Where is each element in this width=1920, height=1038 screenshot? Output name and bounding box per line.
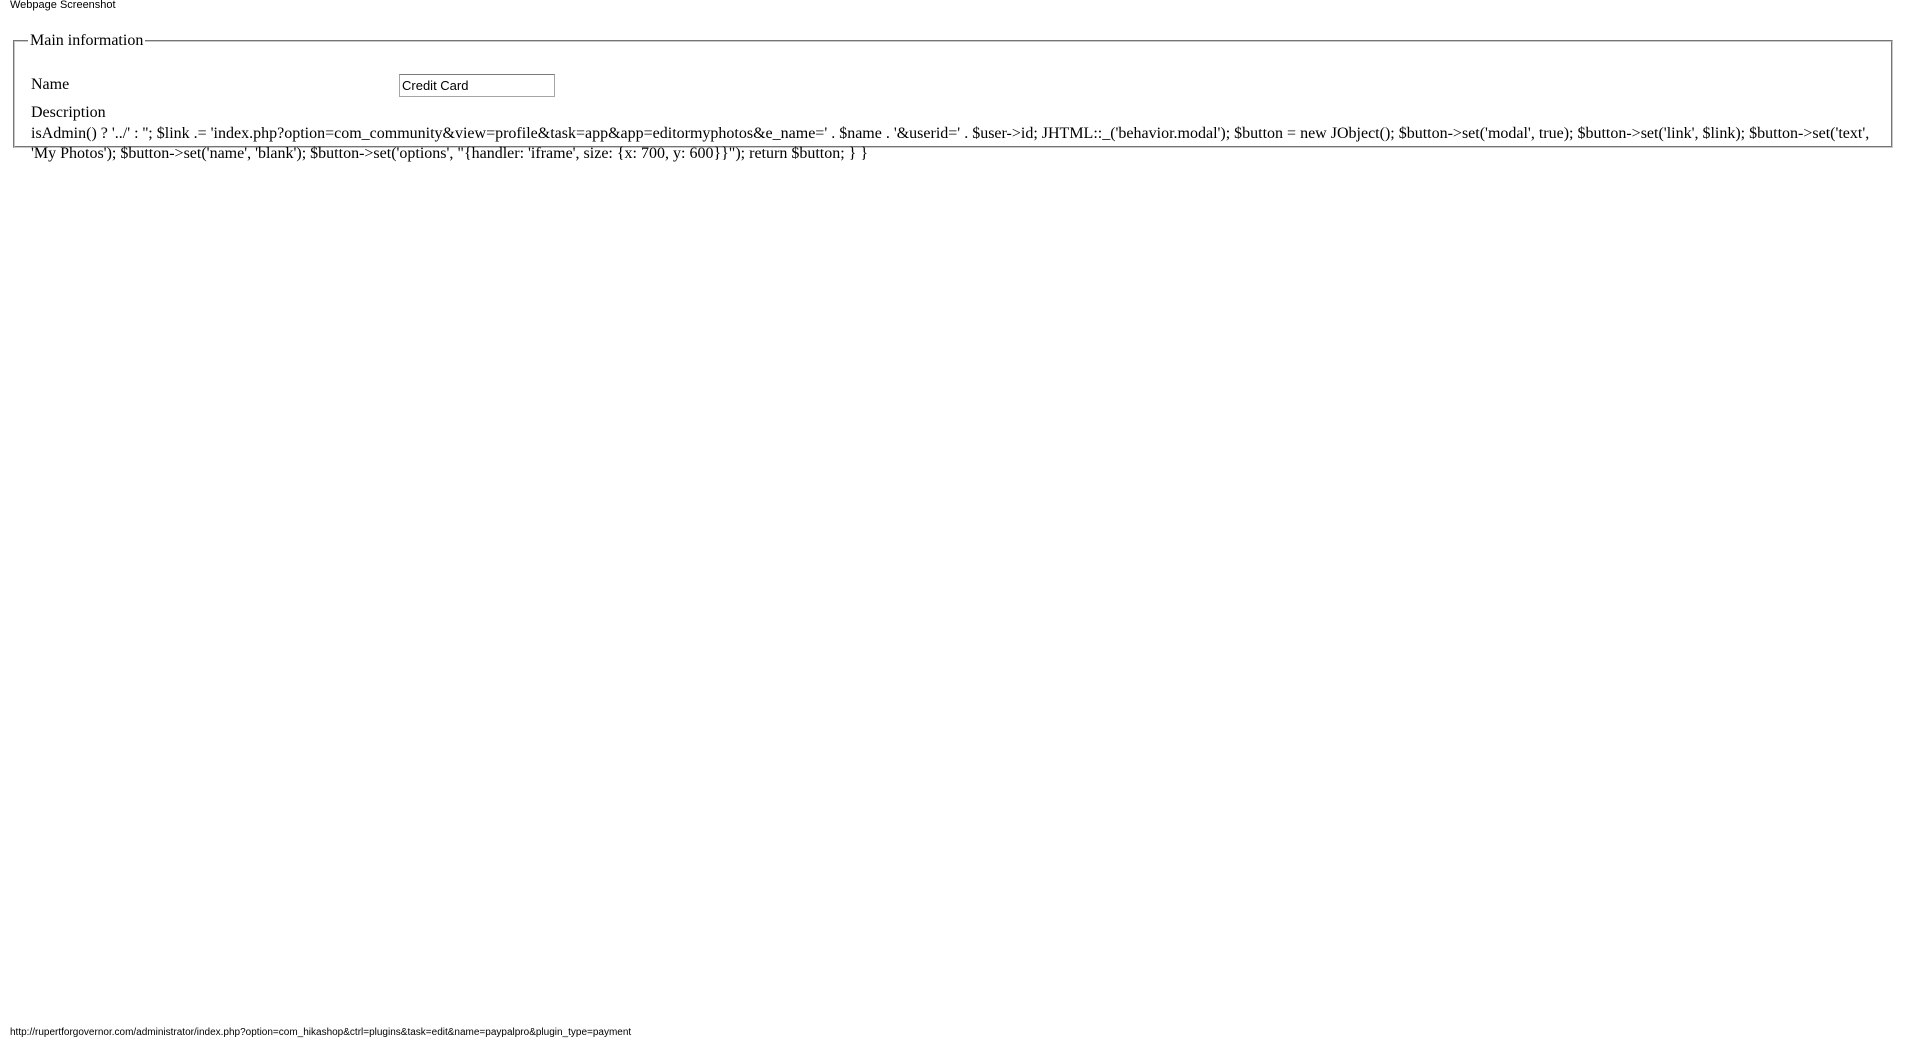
main-information-fieldset: Main information Name Description isAdmi… [13,32,1893,162]
description-label: Description [31,104,106,121]
page-header: Webpage Screenshot [10,0,116,11]
name-input[interactable] [399,74,555,97]
description-text: isAdmin() ? '../' : ''; $link .= 'index.… [31,125,1870,162]
name-label: Name [31,76,70,93]
main-information-legend: Main information [30,32,144,49]
